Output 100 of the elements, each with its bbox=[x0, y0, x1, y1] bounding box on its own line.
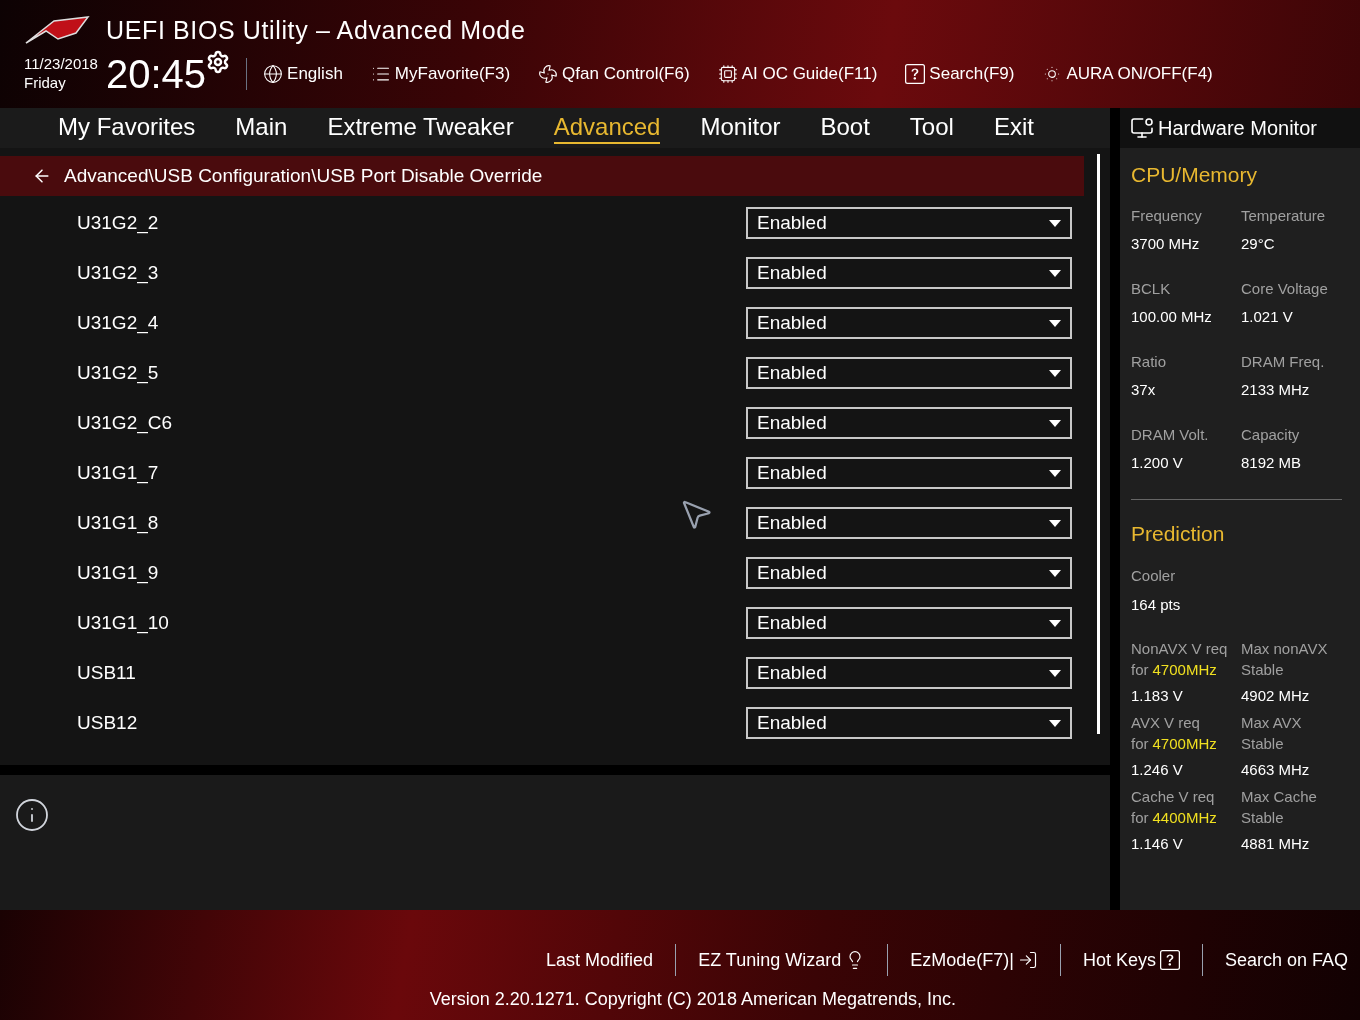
setting-label: U31G2_2 bbox=[77, 210, 159, 236]
dropdown-field[interactable]: Enabled bbox=[746, 607, 1072, 639]
setting-label: USB12 bbox=[77, 710, 138, 735]
caret-icon bbox=[1049, 469, 1061, 477]
metric-value: 4881 MHz bbox=[1241, 834, 1311, 854]
footer-button[interactable]: Search on FAQ bbox=[1224, 946, 1348, 974]
footer-button[interactable]: EzMode(F7)| bbox=[910, 946, 1038, 974]
metric-label: AVX V req bbox=[1131, 713, 1201, 733]
metric-value: 8192 MB bbox=[1241, 453, 1303, 473]
setting-label: U31G1_7 bbox=[77, 460, 159, 486]
metric-label: DRAM Volt. bbox=[1131, 424, 1210, 445]
metric-label: for bbox=[1131, 660, 1149, 680]
caret-icon bbox=[1049, 219, 1061, 227]
date-text: 11/23/2018 bbox=[24, 54, 98, 74]
metric-label: Temperature bbox=[1241, 205, 1327, 226]
caret-icon bbox=[1049, 319, 1061, 327]
chip-icon bbox=[717, 63, 738, 84]
metric-value: 1.183 V bbox=[1131, 686, 1184, 706]
toolbar-button[interactable]: Qfan Control(F6) bbox=[538, 60, 690, 87]
scrollbar[interactable] bbox=[1097, 154, 1100, 734]
menu-tab[interactable]: Main bbox=[235, 112, 288, 144]
caret-icon bbox=[1049, 669, 1061, 677]
metric-label: Cache V req bbox=[1131, 787, 1216, 807]
menu-tab[interactable]: Tool bbox=[909, 112, 954, 144]
menu-tab[interactable]: Advanced bbox=[553, 112, 661, 144]
metric-value: 1.146 V bbox=[1131, 834, 1184, 854]
metric-value: 100.00 MHz bbox=[1131, 307, 1213, 327]
dropdown-field[interactable]: Enabled bbox=[746, 407, 1072, 439]
dropdown-field[interactable]: Enabled bbox=[746, 357, 1072, 389]
metric-value: 164 pts bbox=[1131, 594, 1182, 615]
metric-value: 3700 MHz bbox=[1131, 234, 1201, 254]
breadcrumb-path: Advanced\USB Configuration\USB Port Disable Override bbox=[64, 163, 543, 188]
metric-value: 29°C bbox=[1241, 234, 1276, 254]
caret-icon bbox=[1049, 619, 1061, 627]
setting-label: U31G1_8 bbox=[77, 510, 159, 536]
metric-value: 4902 MHz bbox=[1241, 686, 1311, 706]
dropdown-field[interactable]: Enabled bbox=[746, 657, 1072, 689]
toolbar-button[interactable]: AURA ON/OFF(F4) bbox=[1042, 60, 1213, 87]
metric-label: NonAVX V req bbox=[1131, 639, 1229, 659]
dropdown-field[interactable]: Enabled bbox=[746, 207, 1072, 239]
toolbar-button[interactable]: MyFavorite(F3) bbox=[370, 60, 511, 87]
metric-value: 37x bbox=[1131, 380, 1157, 400]
metric-label: DRAM Freq. bbox=[1241, 351, 1326, 372]
dropdown-field[interactable]: Enabled bbox=[746, 307, 1072, 339]
dropdown-field[interactable]: Enabled bbox=[746, 557, 1072, 589]
help-icon bbox=[905, 63, 926, 84]
frequency-value: 4400MHz bbox=[1152, 808, 1217, 828]
setting-label: U31G2_4 bbox=[77, 310, 159, 336]
caret-icon bbox=[1049, 569, 1061, 577]
dropdown-field[interactable]: Enabled bbox=[746, 707, 1072, 739]
metric-label: Stable bbox=[1241, 660, 1285, 680]
metric-value: 4663 MHz bbox=[1241, 760, 1311, 780]
frequency-value: 4700MHz bbox=[1152, 660, 1217, 680]
footer-button[interactable]: Last Modified bbox=[546, 946, 654, 974]
caret-icon bbox=[1049, 369, 1061, 377]
logo-icon bbox=[24, 14, 90, 47]
metric-label: Stable bbox=[1241, 734, 1285, 754]
caret-icon bbox=[1049, 419, 1061, 427]
metric-label: Cooler bbox=[1131, 566, 1177, 586]
version-text: Version 2.20.1271. Copyright (C) 2018 American Megatrends, Inc. bbox=[429, 988, 956, 1011]
caret-icon bbox=[1049, 719, 1061, 727]
globe-icon bbox=[263, 63, 284, 84]
menu-tab[interactable]: Boot bbox=[820, 112, 870, 144]
metric-value: 1.200 V bbox=[1131, 453, 1184, 473]
caret-icon bbox=[1049, 519, 1061, 527]
section-title: Prediction bbox=[1131, 520, 1226, 547]
metric-value: 1.246 V bbox=[1131, 760, 1184, 780]
metric-value: 2133 MHz bbox=[1241, 380, 1311, 400]
menu-tab[interactable]: Monitor bbox=[700, 112, 781, 144]
metric-value: 1.021 V bbox=[1241, 307, 1294, 327]
dropdown-field[interactable]: Enabled bbox=[746, 507, 1072, 539]
menu-tab[interactable]: My Favorites bbox=[58, 112, 196, 144]
toolbar-button[interactable]: Search(F9) bbox=[905, 60, 1015, 87]
footer-button[interactable]: Hot Keys bbox=[1082, 946, 1180, 974]
menu-tab[interactable]: Exit bbox=[993, 112, 1034, 144]
metric-label: Max AVX bbox=[1241, 713, 1303, 733]
footer-button[interactable]: EZ Tuning Wizard bbox=[698, 946, 866, 974]
dropdown-field[interactable]: Enabled bbox=[746, 457, 1072, 489]
setting-label: USB11 bbox=[77, 660, 136, 685]
info-icon bbox=[14, 797, 50, 833]
window-title: UEFI BIOS Utility – Advanced Mode bbox=[106, 15, 526, 46]
dropdown-field[interactable]: Enabled bbox=[746, 257, 1072, 289]
metric-label: Max nonAVX bbox=[1241, 639, 1329, 659]
menu-tab[interactable]: Extreme Tweaker bbox=[327, 112, 514, 144]
toolbar-button[interactable]: AI OC Guide(F11) bbox=[717, 60, 878, 87]
day-text: Friday bbox=[24, 73, 67, 93]
setting-label: U31G2_3 bbox=[77, 260, 159, 286]
setting-label: U31G2_5 bbox=[77, 360, 159, 386]
settings-icon[interactable] bbox=[206, 49, 231, 74]
metric-label: Core Voltage bbox=[1241, 278, 1329, 299]
setting-label: U31G1_10 bbox=[77, 610, 169, 636]
setting-label: U31G1_9 bbox=[77, 560, 159, 586]
fan-icon bbox=[538, 63, 559, 84]
metric-label: Frequency bbox=[1131, 205, 1203, 226]
frequency-value: 4700MHz bbox=[1152, 734, 1217, 754]
clock-time: 20:45 bbox=[105, 53, 207, 94]
panel-title: Hardware Monitor bbox=[1158, 116, 1317, 141]
monitor-icon bbox=[1130, 116, 1154, 140]
metric-label: Capacity bbox=[1241, 424, 1301, 445]
toolbar-button[interactable]: English bbox=[263, 60, 343, 87]
